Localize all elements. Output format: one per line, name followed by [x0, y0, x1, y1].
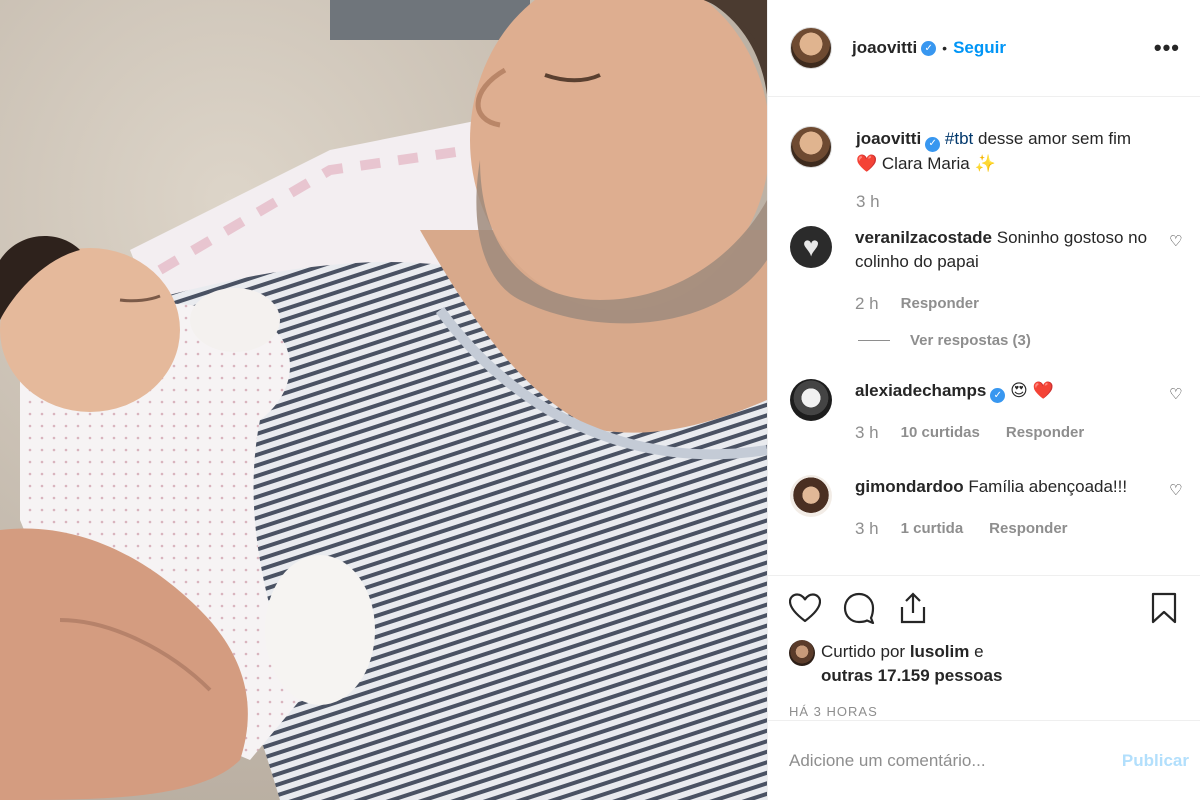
caption-text: desse amor sem fim — [973, 129, 1132, 148]
share-icon[interactable] — [896, 591, 930, 625]
verified-badge-icon: ✓ — [921, 40, 937, 56]
caption: joaovitti ✓ #tbt desse amor sem fim ❤️ Cl… — [790, 126, 1185, 214]
caption-line2: ❤️ Clara Maria ✨ — [856, 153, 996, 173]
comment-text: Família abençoada!!! — [968, 477, 1128, 496]
more-options-icon[interactable]: ••• — [1154, 35, 1180, 61]
comment-likes[interactable]: 10 curtidas — [901, 421, 980, 445]
owner-avatar[interactable] — [790, 27, 832, 69]
post-side-panel: joaovitti ✓ • Seguir ••• joaovitti ✓ #tbt… — [767, 0, 1200, 800]
commenter-avatar[interactable] — [790, 475, 832, 517]
comment-time[interactable]: 3 h — [855, 517, 879, 541]
comment-bubble-icon[interactable] — [842, 591, 876, 625]
owner-username[interactable]: joaovitti — [852, 38, 917, 58]
liker-avatar[interactable] — [789, 640, 815, 666]
like-comment-heart-icon[interactable]: ♡ — [1169, 481, 1185, 499]
liked-by: Curtido por lusolim e outras 17.159 pess… — [768, 640, 1200, 688]
like-comment-heart-icon[interactable]: ♡ — [1169, 385, 1185, 403]
like-heart-icon[interactable] — [788, 591, 822, 625]
post-actions-section: Curtido por lusolim e outras 17.159 pess… — [768, 575, 1200, 719]
commenter-username[interactable]: gimondardoo — [855, 477, 964, 496]
comment-item: gimondardoo Família abençoada!!! 3 h 1 c… — [790, 475, 1185, 541]
verified-badge-icon: ✓ — [990, 388, 1006, 403]
reply-button[interactable]: Responder — [1006, 421, 1084, 445]
commenter-username[interactable]: veranilzacostade — [855, 228, 992, 247]
reply-button[interactable]: Responder — [901, 292, 979, 316]
comment-likes[interactable]: 1 curtida — [901, 517, 964, 541]
caption-time[interactable]: 3 h — [856, 190, 880, 214]
verified-badge-icon: ✓ — [925, 136, 941, 152]
comment-item: ♥ veranilzacostade Soninho gostoso no co… — [790, 225, 1185, 316]
liker-username[interactable]: lusolim — [910, 642, 970, 661]
comment-item: alexiadechamps ✓ 😍 ❤️ 3 h 10 curtidas Res… — [790, 378, 1185, 446]
follow-button[interactable]: Seguir — [953, 38, 1006, 58]
reply-button[interactable]: Responder — [989, 517, 1067, 541]
commenter-avatar[interactable]: ♥ — [790, 225, 832, 268]
photo-illustration — [0, 0, 767, 800]
caption-hashtag[interactable]: #tbt — [945, 129, 973, 148]
caption-username[interactable]: joaovitti — [856, 129, 921, 148]
view-replies-label[interactable]: Ver respostas (3) — [910, 332, 1031, 349]
comment-input[interactable] — [789, 750, 1122, 771]
commenter-username[interactable]: alexiadechamps — [855, 381, 986, 400]
comment-time[interactable]: 3 h — [855, 421, 879, 445]
caption-avatar[interactable] — [790, 126, 832, 168]
likes-count[interactable]: outras 17.159 pessoas — [821, 664, 1002, 688]
comment-text: 😍 ❤️ — [1010, 380, 1054, 400]
add-comment-bar: Publicar — [768, 720, 1200, 800]
save-bookmark-icon[interactable] — [1147, 591, 1181, 625]
post-header: joaovitti ✓ • Seguir ••• — [768, 0, 1200, 97]
liked-by-middle: e — [969, 642, 984, 661]
comments-list[interactable]: joaovitti ✓ #tbt desse amor sem fim ❤️ Cl… — [768, 98, 1200, 575]
post-photo[interactable] — [0, 0, 767, 800]
post-timestamp[interactable]: HÁ 3 HORAS — [768, 688, 1200, 719]
like-comment-heart-icon[interactable]: ♡ — [1169, 232, 1185, 250]
view-replies-line — [858, 339, 890, 341]
liked-by-prefix: Curtido por — [821, 642, 910, 661]
commenter-avatar[interactable] — [790, 378, 832, 421]
action-bar — [768, 576, 1200, 640]
comment-time[interactable]: 2 h — [855, 292, 879, 316]
view-replies-button[interactable]: Ver respostas (3) — [858, 332, 1185, 349]
publish-button[interactable]: Publicar — [1122, 751, 1189, 771]
separator-dot: • — [942, 40, 948, 56]
